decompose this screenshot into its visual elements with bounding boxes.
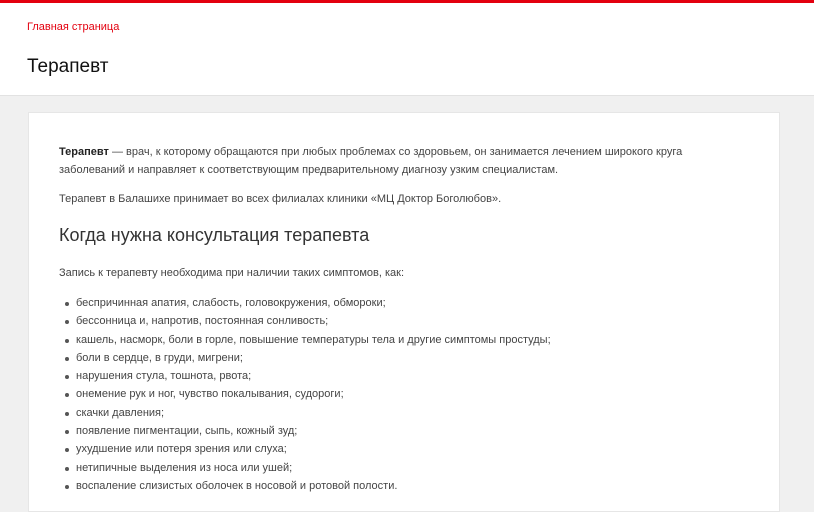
bullet-icon xyxy=(65,484,69,489)
bullet-icon xyxy=(65,356,69,361)
symptom-item: появление пигментации, сыпь, кожный зуд; xyxy=(65,422,551,440)
symptom-item: боли в сердце, в груди, мигрени; xyxy=(65,349,551,367)
section-heading: Когда нужна консультация терапевта xyxy=(59,225,370,245)
symptom-item: онемение рук и ног, чувство покалывания,… xyxy=(65,385,551,403)
symptom-item: бессонница и, напротив, постоянная сонли… xyxy=(65,312,551,330)
symptom-item: нарушения стула, тошнота, рвота; xyxy=(65,367,551,385)
intro-text: — врач, к которому обращаются при любых … xyxy=(59,146,683,176)
bullet-icon xyxy=(65,393,69,398)
breadcrumb-home-link[interactable]: Главная страница xyxy=(27,21,119,33)
bullet-icon xyxy=(65,338,69,343)
bullet-icon xyxy=(65,375,69,380)
page-title: Терапевт xyxy=(27,56,109,77)
symptom-item: беспричинная апатия, слабость, головокру… xyxy=(65,294,551,312)
intro-term: Терапевт xyxy=(59,146,109,158)
bullet-icon xyxy=(65,302,69,306)
symptom-item: нетипичные выделения из носа или ушей; xyxy=(65,459,551,477)
content-card: Терапевт — врач, к которому обращаются п… xyxy=(28,112,780,512)
page-header: Главная страница Терапевт xyxy=(0,3,814,96)
symptom-item: воспаление слизистых оболочек в носовой … xyxy=(65,477,551,495)
bullet-icon xyxy=(65,411,69,416)
symptom-item: ухудшение или потеря зрения или слуха; xyxy=(65,440,551,458)
intro-paragraph: Терапевт — врач, к которому обращаются п… xyxy=(59,143,749,179)
bullet-icon xyxy=(65,466,69,471)
bullet-icon xyxy=(65,430,69,435)
bullet-icon xyxy=(65,448,69,453)
symptom-list: беспричинная апатия, слабость, головокру… xyxy=(59,294,551,495)
branches-paragraph: Терапевт в Балашихе принимает во всех фи… xyxy=(59,193,502,205)
bullet-icon xyxy=(65,320,69,325)
symptom-item: скачки давления; xyxy=(65,404,551,422)
symptom-item: кашель, насморк, боли в горле, повышение… xyxy=(65,331,551,349)
symptom-lead-text: Запись к терапевту необходима при наличи… xyxy=(59,267,405,279)
